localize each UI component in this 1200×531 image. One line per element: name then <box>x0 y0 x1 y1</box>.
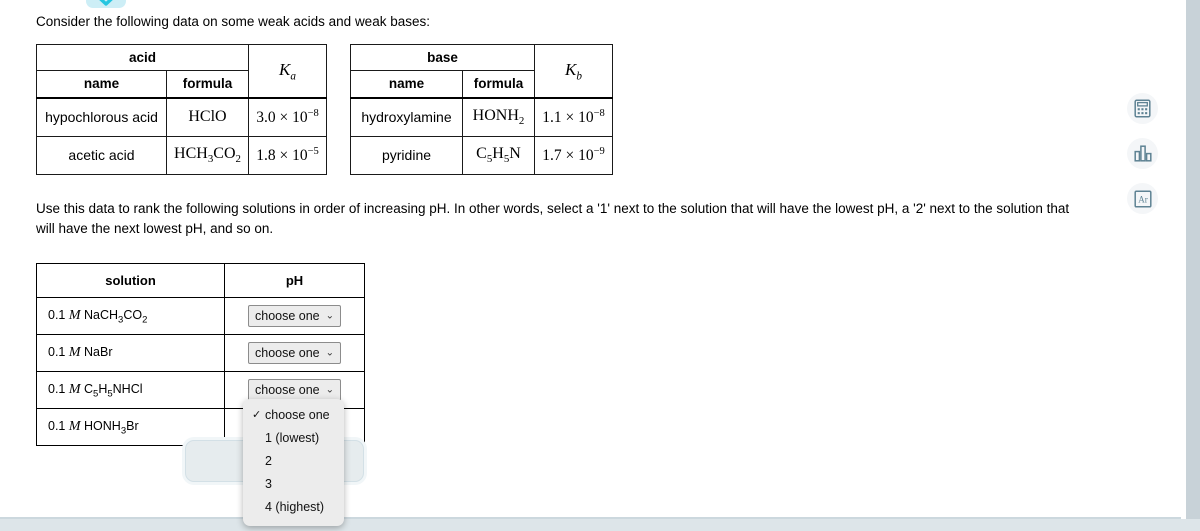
dropdown-option-label: 2 <box>265 454 272 468</box>
acid-row-ka: 1.8 × 10−5 <box>248 135 327 175</box>
base-col-formula: formula <box>462 69 535 100</box>
acid-row-formula: HClO <box>166 97 249 137</box>
calculator-icon <box>1134 99 1151 118</box>
solution-label: 0.1 M C5H5NHCl <box>36 371 225 410</box>
acid-col-name: name <box>36 69 167 100</box>
dropdown-option-choose-one[interactable]: ✓ choose one <box>243 404 344 427</box>
table-row: pyridine C5H5N 1.7 × 10−9 <box>350 135 613 175</box>
right-band-gap <box>1181 0 1186 519</box>
solution-col-header: solution <box>36 263 225 299</box>
table-row: acetic acid HCH3CO2 1.8 × 10−5 <box>36 135 327 175</box>
periodic-table-tool-button[interactable]: Ar <box>1127 183 1158 214</box>
bar-chart-icon <box>1133 145 1152 162</box>
problem-content: Consider the following data on some weak… <box>36 12 1116 447</box>
table-header-row: solution pH <box>36 263 365 299</box>
ph-rank-select-2[interactable]: choose one 1 (lowest) 2 3 4 (highest) <box>248 342 341 365</box>
acid-row-ka: 3.0 × 10−8 <box>248 97 327 137</box>
dropdown-option-4[interactable]: 4 (highest) <box>243 496 344 519</box>
acid-col-formula: formula <box>166 69 249 100</box>
ph-rank-dropdown-menu[interactable]: ✓ choose one 1 (lowest) 2 3 4 (highest) <box>243 399 344 526</box>
table-row: 0.1 M NaBr choose one 1 (lowest) 2 3 4 (… <box>36 334 365 373</box>
intro-text: Consider the following data on some weak… <box>36 14 430 29</box>
solution-label: 0.1 M NaCH3CO2 <box>36 297 225 336</box>
dropdown-option-2[interactable]: 2 <box>243 450 344 473</box>
check-icon: ✓ <box>252 409 262 421</box>
dropdown-option-1[interactable]: 1 (lowest) <box>243 427 344 450</box>
table-row: hypochlorous acid HClO 3.0 × 10−8 <box>36 97 327 137</box>
base-row-name: pyridine <box>350 135 463 175</box>
chevron-down-icon <box>98 0 114 7</box>
base-row-name: hydroxylamine <box>350 97 463 137</box>
ph-select-cell: choose one 1 (lowest) 2 3 4 (highest) ⌄ <box>224 334 365 373</box>
table-row: hydroxylamine HONH2 1.1 × 10−8 <box>350 97 613 137</box>
base-row-formula: C5H5N <box>462 135 535 175</box>
base-constant-header: Kb <box>534 43 613 100</box>
base-row-formula: HONH2 <box>462 97 535 137</box>
ph-col-header: pH <box>224 263 365 299</box>
dropdown-option-3[interactable]: 3 <box>243 473 344 496</box>
dropdown-option-label: 1 (lowest) <box>265 431 320 445</box>
constants-tables: acid KaKa name formula hypochlorous acid… <box>36 43 1116 175</box>
base-row-kb: 1.1 × 10−8 <box>534 97 613 137</box>
ph-select-cell: choose one 1 (lowest) 2 3 4 (highest) ⌄ <box>224 297 365 336</box>
collapse-tab[interactable] <box>86 0 126 8</box>
base-row-kb: 1.7 × 10−9 <box>534 135 613 175</box>
acid-row-formula: HCH3CO2 <box>166 135 249 175</box>
ph-rank-select-1[interactable]: choose one 1 (lowest) 2 3 4 (highest) <box>248 305 341 328</box>
instructions-text: Use this data to rank the following solu… <box>36 199 1082 241</box>
solution-label: 0.1 M NaBr <box>36 334 225 373</box>
chart-tool-button[interactable] <box>1127 138 1158 169</box>
base-group-header: base <box>350 43 535 71</box>
svg-text:Ar: Ar <box>1138 194 1148 204</box>
dropdown-option-label: 4 (highest) <box>265 500 325 514</box>
dropdown-option-label: 3 <box>265 477 272 491</box>
base-col-name: name <box>350 69 463 100</box>
acid-data-table: acid KaKa name formula hypochlorous acid… <box>36 43 327 175</box>
acid-row-name: acetic acid <box>36 135 167 175</box>
instructions-line-1: Use this data to rank the following solu… <box>36 200 971 216</box>
acid-row-name: hypochlorous acid <box>36 97 167 137</box>
table-row: 0.1 M NaCH3CO2 choose one 1 (lowest) 2 3… <box>36 297 365 336</box>
acid-group-header: acid <box>36 43 249 71</box>
periodic-table-icon: Ar <box>1133 189 1152 208</box>
page-root: Consider the following data on some weak… <box>0 0 1200 531</box>
acid-constant-header: KaKa <box>248 43 327 100</box>
footer-band <box>0 519 1200 531</box>
tool-rail: Ar <box>1127 93 1158 214</box>
base-data-table: base Kb name formula hydroxylamine HONH2… <box>350 43 613 175</box>
calculator-tool-button[interactable] <box>1127 93 1158 124</box>
dropdown-option-label: choose one <box>265 408 330 422</box>
